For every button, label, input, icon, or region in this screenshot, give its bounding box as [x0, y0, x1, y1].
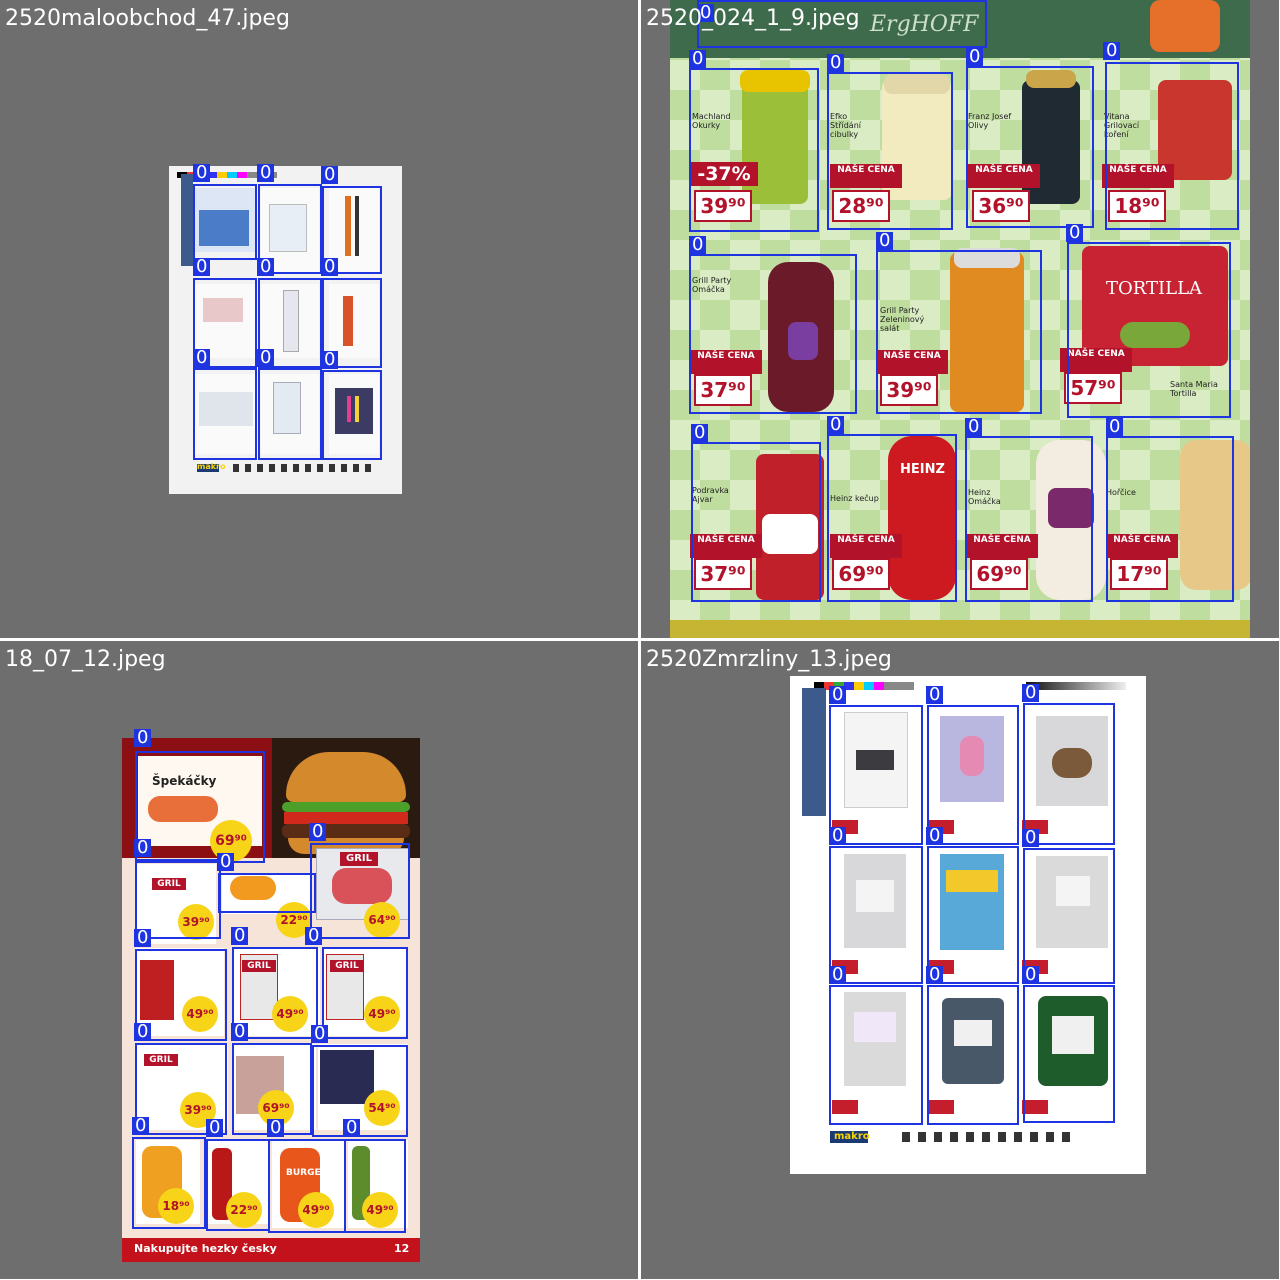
detection-label: 0: [689, 50, 707, 68]
detection-label: 0: [965, 418, 983, 436]
detection-label: 0: [827, 416, 845, 434]
detection-label: 0: [829, 827, 847, 845]
detection-box: [1023, 985, 1115, 1123]
detection-box: [1067, 242, 1231, 418]
detection-box: [258, 368, 322, 460]
detection-label: 0: [827, 54, 845, 72]
tile-filename: 18_07_12.jpeg: [5, 647, 166, 672]
detection-box: [876, 250, 1042, 414]
detection-label: 0: [193, 258, 211, 276]
detection-box: [132, 1137, 206, 1229]
detection-box: [218, 873, 316, 913]
detection-box: [1023, 703, 1115, 845]
detection-label: 0: [257, 258, 275, 276]
tile-filename: 2520_024_1_9.jpeg: [646, 6, 860, 31]
detection-label: 0: [1022, 684, 1040, 702]
detection-box: [1105, 62, 1239, 230]
detection-box: [322, 947, 408, 1039]
detection-box: [966, 66, 1094, 228]
detection-label: 0: [206, 1119, 224, 1137]
detection-label: 0: [926, 686, 944, 704]
detection-label: 0: [217, 853, 235, 871]
tile-filename: 2520maloobchod_47.jpeg: [5, 6, 290, 31]
detection-box: [691, 442, 821, 602]
detection-box: [193, 184, 257, 260]
mosaic-tile-grill-sauces: 2520_024_1_9.jpeg ErgHOFF TORTILLA HEINZ…: [641, 0, 1279, 638]
detection-label: 0: [257, 164, 275, 182]
detection-box: [135, 751, 265, 863]
detection-box: [827, 434, 957, 602]
detection-label: 0: [829, 686, 847, 704]
detection-box: [689, 68, 819, 232]
detection-label: 0: [311, 1025, 329, 1043]
detection-box: [344, 1139, 406, 1233]
footer-logo: makro: [197, 462, 226, 471]
page-footer: Nakupujte hezky česky: [134, 1242, 277, 1255]
tile-filename: 2520Zmrzliny_13.jpeg: [646, 647, 892, 672]
footer-logo: makro: [834, 1131, 870, 1142]
detection-label: 0: [1106, 418, 1124, 436]
detection-box: [829, 705, 923, 845]
detection-label: 0: [231, 1023, 249, 1041]
detection-label: 0: [257, 349, 275, 367]
detection-label: 0: [231, 927, 249, 945]
detection-box: [827, 72, 953, 230]
detection-box: [268, 1139, 346, 1233]
detection-label: 0: [1103, 42, 1121, 60]
detection-label: 0: [193, 164, 211, 182]
detection-label: 0: [132, 1117, 150, 1135]
mosaic-tile-grill-meat: 18_07_12.jpeg Špekáčky BURGER GRIL GRIL …: [0, 641, 638, 1279]
detection-label: 0: [134, 839, 152, 857]
detection-label: 0: [193, 349, 211, 367]
detection-box: [927, 985, 1019, 1125]
detection-label: 0: [134, 1023, 152, 1041]
detection-box: [1023, 848, 1115, 984]
detection-label: 0: [267, 1119, 285, 1137]
detection-label: 0: [966, 48, 984, 66]
detection-box: [927, 705, 1019, 845]
detection-box: [829, 985, 923, 1125]
detection-box: [206, 1139, 270, 1231]
detection-box: [829, 846, 923, 984]
detection-label: 0: [321, 166, 339, 184]
detection-label: 0: [1066, 224, 1084, 242]
detection-label: 0: [1022, 829, 1040, 847]
detection-label: 0: [876, 232, 894, 250]
detection-label: 0: [691, 424, 709, 442]
page-number: 12: [394, 1242, 410, 1255]
detection-label: 0: [343, 1119, 361, 1137]
detection-box: [927, 846, 1019, 984]
detection-label: 0: [309, 823, 327, 841]
detection-label: 0: [305, 927, 323, 945]
mosaic-tile-zmrzliny: 2520Zmrzliny_13.jpeg makro 0 0 0 0 0 0 0…: [641, 641, 1279, 1279]
detection-box: [310, 843, 410, 939]
detection-box: [322, 370, 382, 460]
detection-label: 0: [689, 236, 707, 254]
detection-box: [965, 436, 1093, 602]
detection-label: 0: [829, 966, 847, 984]
detection-label: 0: [134, 729, 152, 747]
mosaic-tile-maloobchod: 2520maloobchod_47.jpeg makro 0 0 0 0 0 0…: [0, 0, 638, 638]
detection-label: 0: [926, 966, 944, 984]
detection-label: 0: [1022, 966, 1040, 984]
detection-label: 0: [134, 929, 152, 947]
detection-box: [689, 254, 857, 414]
detection-box: [193, 368, 257, 460]
detection-label: 0: [321, 351, 339, 369]
detection-label: 0: [926, 827, 944, 845]
detection-label: 0: [321, 258, 339, 276]
detection-box: [1106, 436, 1234, 602]
